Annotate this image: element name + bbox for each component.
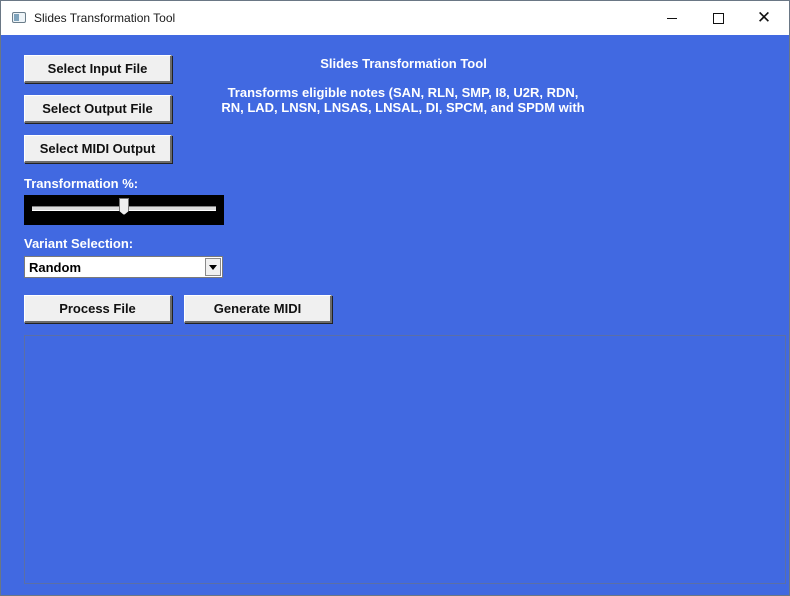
title-bar[interactable]: Slides Transformation Tool ✕	[1, 1, 789, 35]
variant-select[interactable]: Random	[24, 256, 223, 278]
generate-midi-button[interactable]: Generate MIDI	[184, 295, 332, 323]
output-text-area[interactable]	[24, 335, 786, 584]
app-window: Slides Transformation Tool ✕ Select Inpu…	[0, 0, 790, 596]
close-button[interactable]: ✕	[741, 1, 787, 35]
dropdown-button[interactable]	[205, 258, 221, 276]
maximize-icon	[712, 12, 724, 24]
description-line-2: RN, LAD, LNSN, LNSAS, LNSAL, DI, SPCM, a…	[221, 100, 585, 115]
transformation-label: Transformation %:	[24, 176, 139, 191]
minimize-button[interactable]	[649, 1, 695, 35]
page-heading: Slides Transformation Tool	[320, 56, 487, 71]
minimize-icon	[667, 17, 677, 19]
app-icon	[12, 12, 26, 23]
select-input-file-button[interactable]: Select Input File	[24, 55, 172, 83]
transformation-slider[interactable]	[24, 195, 224, 225]
description-text: Transforms eligible notes (SAN, RLN, SMP…	[207, 85, 599, 115]
description-line-1: Transforms eligible notes (SAN, RLN, SMP…	[227, 85, 579, 100]
variant-label: Variant Selection:	[24, 236, 134, 251]
process-file-button[interactable]: Process File	[24, 295, 172, 323]
variant-select-value: Random	[29, 260, 81, 275]
chevron-down-icon	[209, 264, 217, 270]
select-output-file-button[interactable]: Select Output File	[24, 95, 172, 123]
slider-thumb[interactable]	[119, 198, 129, 215]
close-icon: ✕	[756, 7, 772, 28]
maximize-button[interactable]	[695, 1, 741, 35]
window-title: Slides Transformation Tool	[34, 11, 176, 25]
select-midi-output-button[interactable]: Select MIDI Output	[24, 135, 172, 163]
